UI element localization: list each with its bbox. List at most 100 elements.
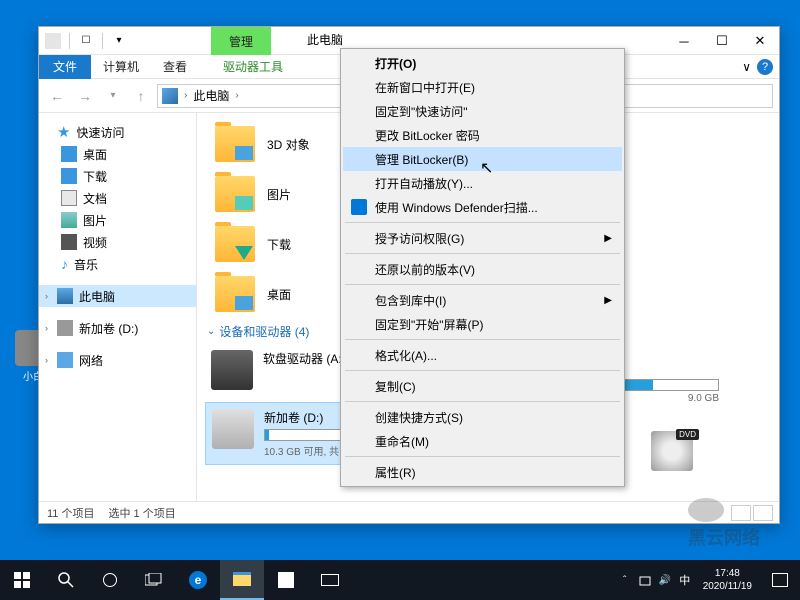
menu-label: 授予访问权限(G) [375, 230, 464, 247]
notification-icon [772, 573, 788, 587]
cortana-button[interactable] [88, 560, 132, 600]
menu-restore-versions[interactable]: 还原以前的版本(V) [343, 257, 622, 281]
sidebar-network[interactable]: › 网络 [39, 349, 196, 371]
net-icon [638, 573, 652, 587]
section-label: 设备和驱动器 (4) [219, 323, 309, 340]
menu-defender[interactable]: 使用 Windows Defender扫描... [343, 195, 622, 219]
menu-grant-access[interactable]: 授予访问权限(G)▶ [343, 226, 622, 250]
picture-icon [61, 212, 77, 228]
menu-change-bitlocker[interactable]: 更改 BitLocker 密码 [343, 123, 622, 147]
tray-expand[interactable]: ˆ [615, 560, 635, 600]
drive-dvd[interactable]: DVD [645, 425, 699, 477]
item-count: 11 个项目 [47, 505, 94, 521]
menu-create-shortcut[interactable]: 创建快捷方式(S) [343, 405, 622, 429]
menu-properties[interactable]: 属性(R) [343, 460, 622, 484]
search-button[interactable] [44, 560, 88, 600]
network-tray-icon[interactable] [635, 560, 655, 600]
menu-include-library[interactable]: 包含到库中(I)▶ [343, 288, 622, 312]
sidebar-videos[interactable]: 视频 [39, 231, 196, 253]
sidebar-pictures[interactable]: 图片 [39, 209, 196, 231]
pc-icon [162, 88, 178, 104]
tab-file[interactable]: 文件 [39, 55, 91, 79]
close-button[interactable]: ✕ [741, 27, 779, 55]
menu-label: 还原以前的版本(V) [375, 261, 475, 278]
menu-pin-quick-access[interactable]: 固定到"快速访问" [343, 99, 622, 123]
mail-button[interactable] [308, 560, 352, 600]
edge-button[interactable]: e [176, 560, 220, 600]
sidebar-item-label: 桌面 [83, 146, 107, 163]
folder-label: 桌面 [267, 286, 291, 303]
minimize-button[interactable]: ─ [665, 27, 703, 55]
sidebar-new-volume[interactable]: › 新加卷 (D:) [39, 317, 196, 339]
explorer-taskbar-button[interactable] [220, 560, 264, 600]
action-center-button[interactable] [760, 560, 800, 600]
view-large-button[interactable] [753, 505, 773, 521]
folder-label: 下载 [267, 236, 291, 253]
quick-access-toolbar: ☐ ▾ [39, 33, 127, 49]
clock[interactable]: 17:48 2020/11/19 [695, 563, 760, 597]
taskbar: e ˆ 🔊 中 17:48 2020/11/19 [0, 560, 800, 600]
menu-format[interactable]: 格式化(A)... [343, 343, 622, 367]
clock-time: 17:48 [703, 567, 752, 580]
clock-date: 2020/11/19 [703, 580, 752, 593]
drive-floppy[interactable]: 软盘驱动器 (A:) [205, 344, 352, 396]
menu-label: 重命名(M) [375, 433, 429, 450]
up-button[interactable]: ↑ [129, 84, 153, 108]
sidebar-downloads[interactable]: 下载 [39, 165, 196, 187]
menu-pin-start[interactable]: 固定到"开始"屏幕(P) [343, 312, 622, 336]
menu-label: 打开自动播放(Y)... [375, 175, 473, 192]
recent-dropdown[interactable]: ▾ [101, 84, 125, 108]
app-icon [45, 33, 61, 49]
sidebar-desktop[interactable]: 桌面 [39, 143, 196, 165]
volume-tray-icon[interactable]: 🔊 [655, 560, 675, 600]
sidebar-this-pc[interactable]: › 此电脑 [39, 285, 196, 307]
dvd-icon: DVD [651, 431, 693, 471]
sidebar-music[interactable]: ♪ 音乐 [39, 253, 196, 275]
tab-drive-tools[interactable]: 驱动器工具 [211, 54, 295, 79]
contextual-tab-manage[interactable]: 管理 [211, 27, 271, 55]
sidebar-quick-access[interactable]: ★ 快速访问 [39, 121, 196, 143]
shield-icon [351, 199, 367, 215]
windows-icon [14, 572, 30, 588]
menu-open-new-window[interactable]: 在新窗口中打开(E) [343, 75, 622, 99]
back-button[interactable]: ← [45, 84, 69, 108]
qat-dropdown[interactable]: ▾ [111, 33, 127, 49]
store-button[interactable] [264, 560, 308, 600]
menu-copy[interactable]: 复制(C) [343, 374, 622, 398]
view-details-button[interactable] [731, 505, 751, 521]
document-icon [61, 190, 77, 206]
forward-button[interactable]: → [73, 84, 97, 108]
menu-open[interactable]: 打开(O) [343, 51, 622, 75]
window-title: 此电脑 [307, 31, 343, 48]
drive-sub: 9.0 GB [609, 393, 719, 404]
menu-label: 属性(R) [375, 464, 416, 481]
selected-count: 选中 1 个项目 [108, 505, 175, 521]
folder-label: 3D 对象 [267, 136, 310, 153]
context-menu: 打开(O) 在新窗口中打开(E) 固定到"快速访问" 更改 BitLocker … [340, 48, 625, 487]
drive-icon [212, 409, 254, 449]
search-icon [58, 572, 74, 588]
tab-view[interactable]: 查看 [151, 54, 199, 79]
menu-label: 创建快捷方式(S) [375, 409, 463, 426]
cursor-icon: ↖ [480, 158, 493, 178]
edge-icon: e [189, 571, 207, 589]
ime-tray-icon[interactable]: 中 [675, 560, 695, 600]
menu-rename[interactable]: 重命名(M) [343, 429, 622, 453]
music-icon: ♪ [61, 256, 68, 272]
system-tray: ˆ 🔊 中 17:48 2020/11/19 [615, 560, 800, 600]
qat-checkbox[interactable]: ☐ [78, 33, 94, 49]
ribbon-expand[interactable]: ∨ [742, 60, 751, 74]
tab-computer[interactable]: 计算机 [91, 54, 151, 79]
menu-label: 更改 BitLocker 密码 [375, 127, 480, 144]
taskview-button[interactable] [132, 560, 176, 600]
sidebar-documents[interactable]: 文档 [39, 187, 196, 209]
menu-label: 在新窗口中打开(E) [375, 79, 475, 96]
cortana-icon [103, 573, 117, 587]
download-icon [61, 168, 77, 184]
sidebar-item-label: 此电脑 [79, 288, 115, 305]
sidebar-item-label: 视频 [83, 234, 107, 251]
breadcrumb-item[interactable]: 此电脑 [193, 87, 229, 104]
maximize-button[interactable]: ☐ [703, 27, 741, 55]
start-button[interactable] [0, 560, 44, 600]
help-icon[interactable]: ? [757, 59, 773, 75]
